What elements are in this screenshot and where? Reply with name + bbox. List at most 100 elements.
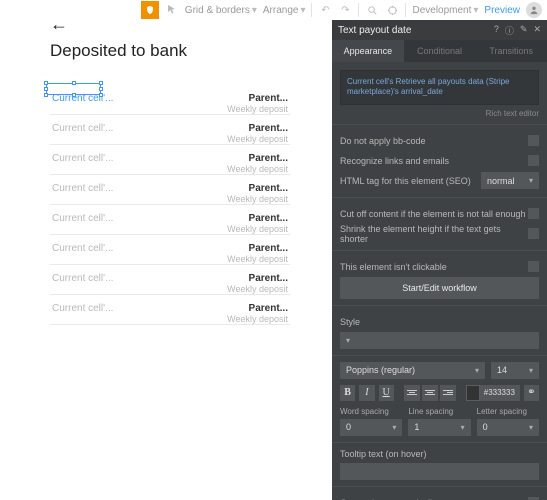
checkbox-cutoff[interactable]	[528, 208, 539, 219]
list-item[interactable]: Current cell'... Parent...Weekly deposit	[50, 205, 290, 235]
resize-handle-w[interactable]	[44, 87, 48, 91]
checkbox-no-bbcode[interactable]	[528, 135, 539, 146]
list-item-primary[interactable]: Parent...	[227, 213, 288, 224]
label-no-bbcode: Do not apply bb-code	[340, 136, 426, 146]
resize-handle-sw[interactable]	[44, 93, 48, 97]
back-button[interactable]: ←	[50, 14, 290, 35]
tab-transitions[interactable]: Transitions	[475, 40, 547, 62]
undo-icon[interactable]: ↶	[318, 3, 332, 17]
align-left-button[interactable]	[404, 385, 420, 401]
tab-conditional[interactable]: Conditional	[404, 40, 476, 62]
label-line-spacing: Line spacing	[408, 407, 470, 416]
comment-icon[interactable]: ✎	[520, 24, 528, 37]
align-right-button[interactable]	[440, 385, 456, 401]
divider	[332, 442, 547, 443]
list-item-primary[interactable]: Parent...	[227, 243, 288, 254]
list-item-primary[interactable]: Parent...	[227, 303, 288, 314]
label-tooltip: Tooltip text (on hover)	[340, 449, 539, 459]
format-row: B I U #333333 ⚭	[340, 385, 539, 401]
label-style: Style	[340, 317, 360, 327]
selection-outline[interactable]	[46, 83, 101, 95]
deposit-list: Current cell'... Parent... Weekly deposi…	[50, 85, 290, 325]
select-letter-spacing[interactable]: 0	[477, 419, 539, 436]
tab-appearance[interactable]: Appearance	[332, 40, 404, 62]
list-item-secondary: Weekly deposit	[227, 104, 288, 114]
resize-handle-s[interactable]	[72, 93, 76, 97]
row-shrink: Shrink the element height if the text ge…	[340, 224, 539, 244]
link-icon[interactable]: ⚭	[524, 385, 539, 401]
checkbox-links-emails[interactable]	[528, 155, 539, 166]
list-item[interactable]: Current cell'... Parent...Weekly deposit	[50, 175, 290, 205]
list-item-secondary: Weekly deposit	[227, 194, 288, 204]
color-field: #333333	[466, 385, 520, 401]
list-item[interactable]: Current cell'... Parent...Weekly deposit	[50, 115, 290, 145]
list-item-left[interactable]: Current cell'...	[52, 243, 113, 254]
row-not-clickable: This element isn't clickable	[340, 257, 539, 277]
divider	[332, 124, 547, 125]
italic-button[interactable]: I	[359, 385, 374, 401]
list-item-primary[interactable]: Parent...	[227, 153, 288, 164]
list-item[interactable]: Current cell'... Parent...Weekly deposit	[50, 295, 290, 325]
panel-header[interactable]: Text payout date ? ⓘ ✎ ✕	[332, 20, 547, 40]
resize-handle-se[interactable]	[99, 93, 103, 97]
list-item-left[interactable]: Current cell'...	[52, 123, 113, 134]
row-cutoff: Cut off content if the element is not ta…	[340, 204, 539, 224]
list-item-left[interactable]: Current cell'...	[52, 303, 113, 314]
user-avatar[interactable]	[526, 2, 542, 18]
rich-text-editor-link[interactable]: Rich text editor	[340, 109, 539, 118]
editor-canvas: ← Deposited to bank Current cell'... Par…	[50, 14, 290, 325]
list-item-left[interactable]: Current cell'...	[52, 183, 113, 194]
page-title[interactable]: Deposited to bank	[50, 41, 290, 61]
list-item-primary[interactable]: Parent...	[227, 273, 288, 284]
help-icon[interactable]: ?	[494, 24, 499, 37]
label-shrink: Shrink the element height if the text ge…	[340, 224, 528, 244]
bold-button[interactable]: B	[340, 385, 355, 401]
list-item[interactable]: Current cell'... Parent...Weekly deposit	[50, 265, 290, 295]
search-icon[interactable]	[365, 3, 379, 17]
select-word-spacing[interactable]: 0	[340, 419, 402, 436]
underline-button[interactable]: U	[379, 385, 394, 401]
align-center-button[interactable]	[422, 385, 438, 401]
label-not-clickable: This element isn't clickable	[340, 262, 447, 272]
list-item-primary[interactable]: Parent...	[227, 93, 288, 104]
list-item[interactable]: Current cell'... Parent...Weekly deposit	[50, 235, 290, 265]
info-icon[interactable]: ⓘ	[505, 24, 514, 37]
checkbox-shrink[interactable]	[528, 228, 539, 239]
font-row: Poppins (regular) 14	[340, 362, 539, 379]
redo-icon[interactable]: ↷	[338, 3, 352, 17]
color-swatch[interactable]	[466, 385, 480, 401]
label-letter-spacing: Letter spacing	[477, 407, 539, 416]
panel-body: Current cell's Retrieve all payouts data…	[332, 62, 547, 500]
select-style[interactable]	[340, 332, 539, 349]
workflow-button[interactable]: Start/Edit workflow	[340, 277, 539, 299]
list-item-left[interactable]: Current cell'...	[52, 153, 113, 164]
resize-handle-e[interactable]	[99, 87, 103, 91]
list-item-secondary: Weekly deposit	[227, 314, 288, 324]
select-font-size[interactable]: 14	[491, 362, 539, 379]
select-line-spacing[interactable]: 1	[408, 419, 470, 436]
align-group	[404, 385, 456, 401]
list-item-left[interactable]: Current cell'...	[52, 273, 113, 284]
divider	[332, 486, 547, 487]
target-icon[interactable]	[385, 3, 399, 17]
resize-handle-nw[interactable]	[44, 81, 48, 85]
list-item[interactable]: Current cell'... Parent...Weekly deposit	[50, 145, 290, 175]
select-html-tag[interactable]: normal	[481, 172, 539, 189]
resize-handle-ne[interactable]	[99, 81, 103, 85]
list-item-primary[interactable]: Parent...	[227, 123, 288, 134]
panel-tabs: Appearance Conditional Transitions	[332, 40, 547, 62]
env-menu[interactable]: Development	[412, 5, 478, 16]
dynamic-expression[interactable]: Current cell's Retrieve all payouts data…	[340, 70, 539, 105]
color-hex-input[interactable]: #333333	[480, 385, 520, 401]
row-links-emails: Recognize links and emails	[340, 151, 539, 171]
list-item-secondary: Weekly deposit	[227, 224, 288, 234]
close-icon[interactable]: ✕	[533, 24, 541, 37]
list-item-left[interactable]: Current cell'...	[52, 213, 113, 224]
select-font-family[interactable]: Poppins (regular)	[340, 362, 485, 379]
checkbox-not-clickable[interactable]	[528, 261, 539, 272]
list-item-primary[interactable]: Parent...	[227, 183, 288, 194]
input-tooltip[interactable]	[340, 463, 539, 480]
resize-handle-n[interactable]	[72, 81, 76, 85]
label-word-spacing: Word spacing	[340, 407, 402, 416]
preview-link[interactable]: Preview	[484, 5, 520, 16]
